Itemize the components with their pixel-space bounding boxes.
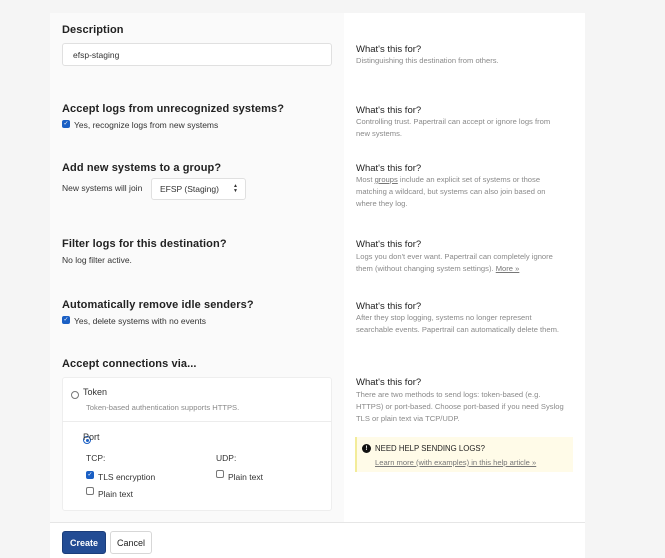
cancel-button[interactable]: Cancel	[110, 531, 152, 554]
idle-heading: Automatically remove idle senders?	[62, 299, 254, 311]
group-help-line3: where they log.	[356, 199, 408, 208]
filter-status: No log filter active.	[62, 255, 132, 265]
info-icon: !	[362, 444, 371, 453]
tcp-label: TCP:	[86, 453, 106, 463]
accept-logs-checkbox-label[interactable]: Yes, recognize logs from new systems	[74, 120, 218, 130]
filter-help-title: What's this for?	[356, 239, 422, 250]
idle-checkbox[interactable]: ✓	[62, 316, 70, 324]
token-radio[interactable]	[71, 391, 79, 399]
udp-label: UDP:	[216, 453, 237, 463]
create-button[interactable]: Create	[62, 531, 106, 554]
token-description: Token-based authentication supports HTTP…	[86, 403, 240, 412]
token-label[interactable]: Token	[83, 387, 107, 397]
group-heading: Add new systems to a group?	[62, 162, 222, 174]
tls-checkbox[interactable]: ✓	[86, 471, 94, 479]
filter-more-link[interactable]: More »	[496, 264, 520, 273]
idle-checkbox-label[interactable]: Yes, delete systems with no events	[74, 316, 206, 326]
notice-title: NEED HELP SENDING LOGS?	[375, 444, 485, 453]
select-arrows-icon: ▲ ▼	[233, 183, 238, 194]
connections-help-line3: TLS or plain text via TCP/UDP.	[356, 414, 460, 423]
group-select[interactable]: EFSP (Staging) ▲ ▼	[151, 178, 246, 200]
connections-help-title: What's this for?	[356, 377, 422, 388]
description-heading: Description	[62, 24, 124, 36]
udp-plain-checkbox[interactable]	[216, 470, 224, 478]
tcp-plain-label[interactable]: Plain text	[98, 489, 133, 499]
filter-heading: Filter logs for this destination?	[62, 238, 227, 250]
accept-logs-heading: Accept logs from unrecognized systems?	[62, 103, 285, 115]
udp-plain-label[interactable]: Plain text	[228, 472, 263, 482]
description-input[interactable]: efsp-staging	[62, 43, 332, 66]
group-select-value: EFSP (Staging)	[160, 184, 219, 194]
filter-help-line2: them (without changing system settings).…	[356, 264, 520, 273]
connections-heading: Accept connections via...	[62, 358, 197, 370]
groups-link[interactable]: groups	[375, 175, 398, 184]
connections-divider	[62, 421, 332, 422]
tcp-plain-checkbox[interactable]	[86, 487, 94, 495]
tls-label[interactable]: TLS encryption	[98, 472, 155, 482]
description-help-text: Distinguishing this destination from oth…	[356, 56, 499, 65]
accept-logs-help-line2: new systems.	[356, 129, 402, 138]
idle-help-line2: searchable events. Papertrail can automa…	[356, 325, 560, 334]
notice-help-link[interactable]: Learn more (with examples) in this help …	[375, 456, 536, 469]
accept-logs-checkbox[interactable]: ✓	[62, 120, 70, 128]
group-join-label: New systems will join	[62, 183, 143, 193]
port-label[interactable]: Port	[83, 432, 100, 442]
